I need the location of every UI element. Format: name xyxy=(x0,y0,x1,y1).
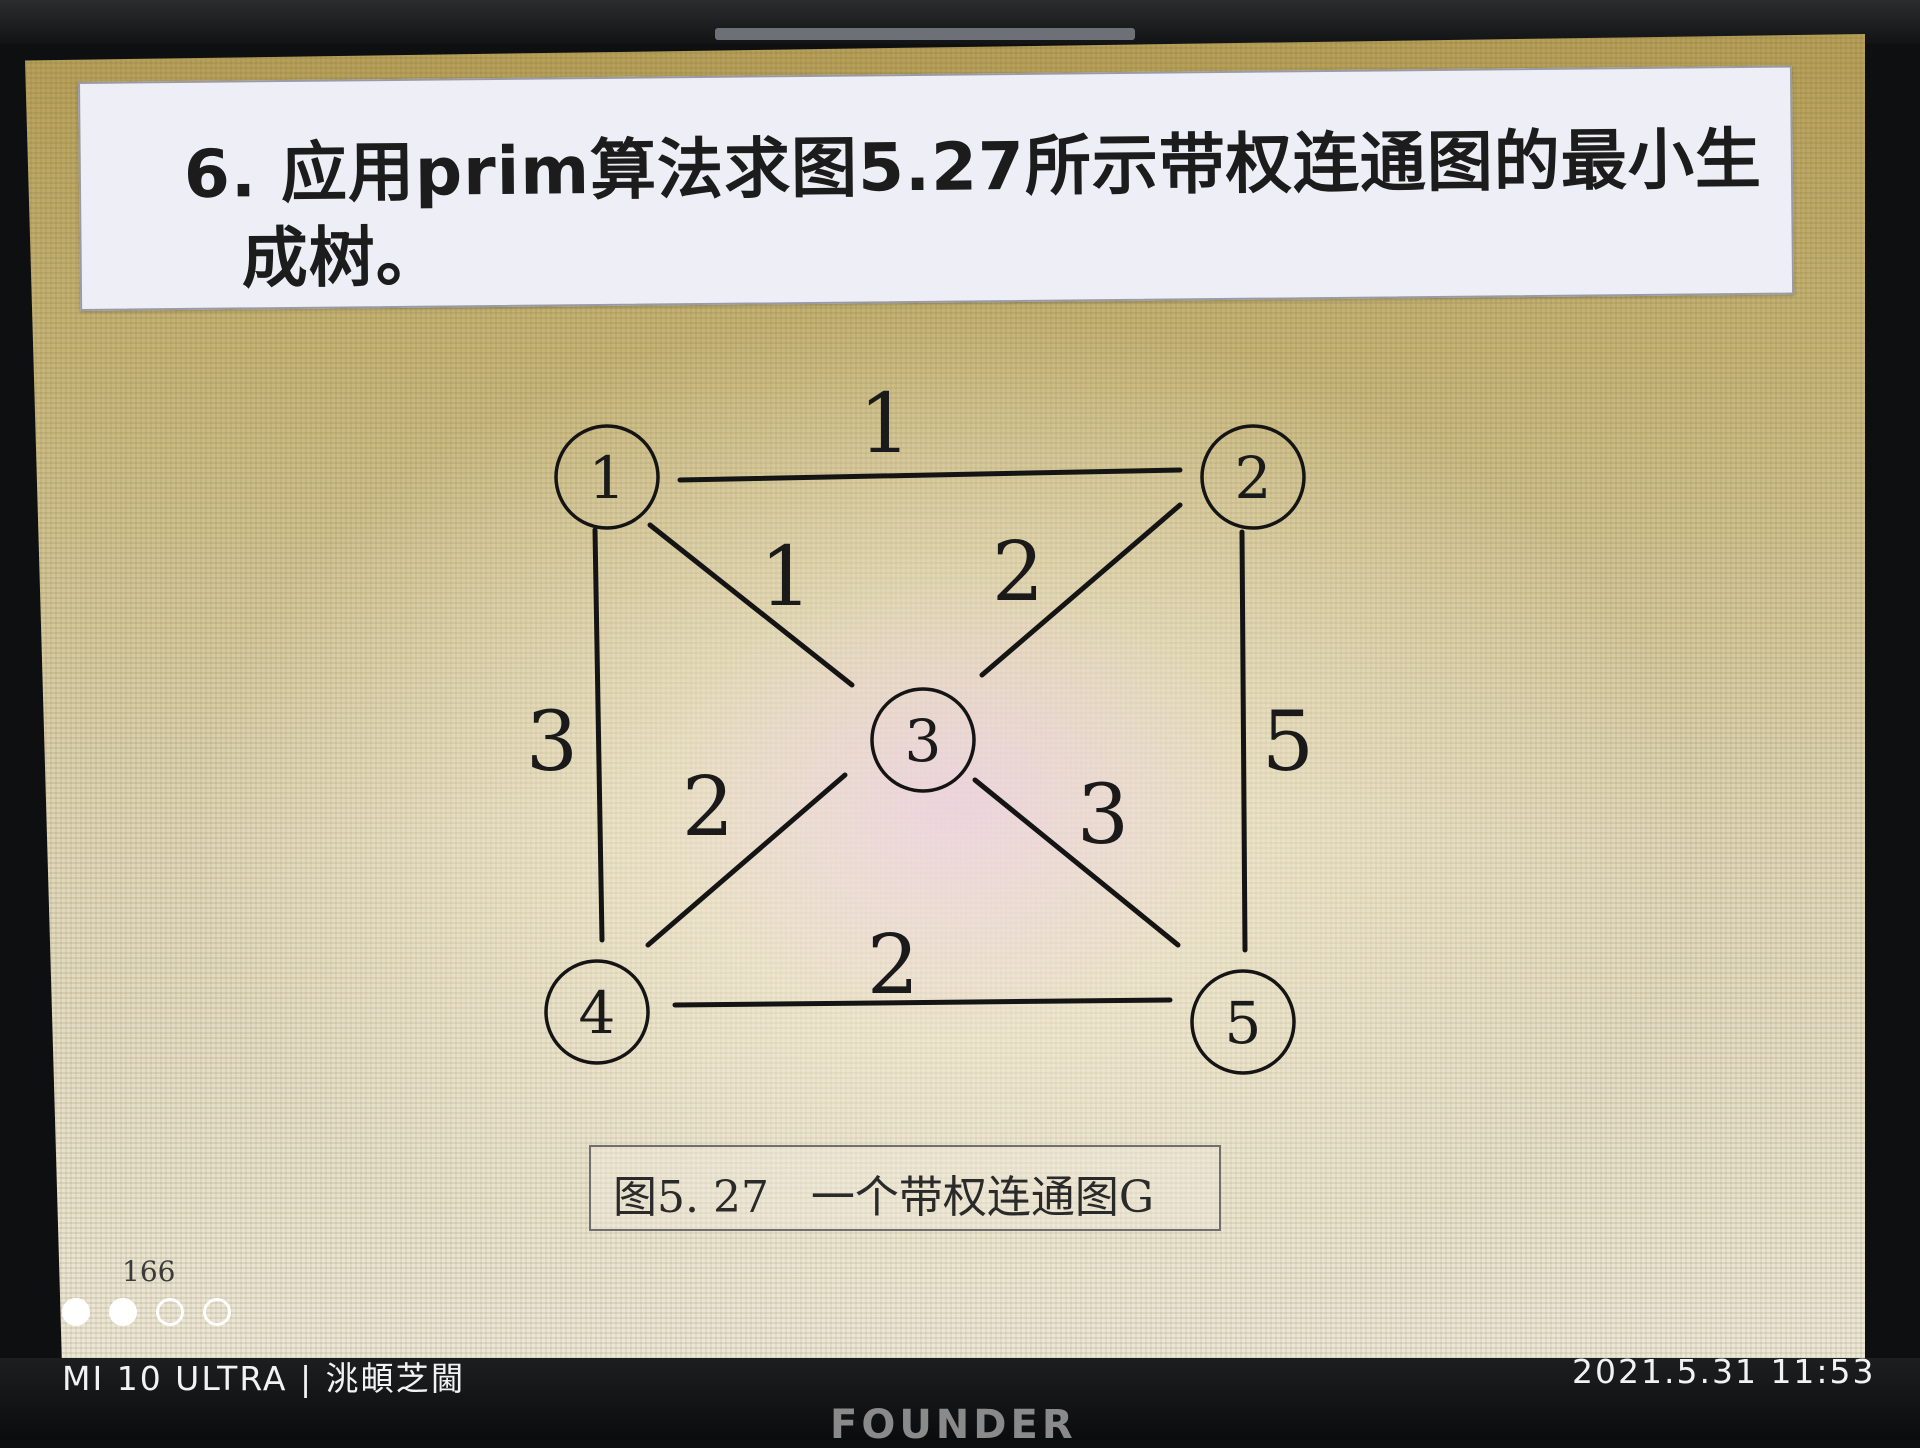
node-1-label: 1 xyxy=(589,444,626,512)
edge-2-3-weight: 2 xyxy=(992,525,1044,620)
edge-4-5-weight: 2 xyxy=(867,918,919,1013)
figure-caption: 图5. 27 一个带权连通图G xyxy=(613,1172,1155,1223)
camera-watermark-timestamp: 2021.5.31 11:53 xyxy=(1572,1352,1876,1391)
figure-caption-box: 图5. 27 一个带权连通图G xyxy=(589,1145,1221,1231)
camera-watermark-device: MI 10 ULTRA | 洮頔芝閫 xyxy=(62,1359,466,1398)
camera-dot-1 xyxy=(62,1298,90,1326)
edge-1-2-weight: 1 xyxy=(859,377,911,472)
edge-3-4 xyxy=(645,772,848,948)
node-5-label: 5 xyxy=(1225,989,1262,1057)
edge-1-3-weight: 1 xyxy=(760,530,812,625)
camera-dot-3 xyxy=(156,1298,184,1326)
edge-1-2 xyxy=(677,467,1183,483)
slide-page-number: 166 xyxy=(122,1255,176,1288)
edge-2-5-weight: 5 xyxy=(1262,695,1314,790)
edge-1-4 xyxy=(592,527,605,943)
camera-dot-2 xyxy=(109,1298,137,1326)
node-3-label: 3 xyxy=(905,707,942,775)
edge-3-5-weight: 3 xyxy=(1077,768,1129,863)
edge-4-5 xyxy=(672,997,1173,1008)
edge-1-3 xyxy=(647,522,855,688)
node-4-label: 4 xyxy=(579,979,616,1047)
camera-dot-4 xyxy=(203,1298,231,1326)
edge-3-4-weight: 2 xyxy=(682,760,734,855)
edge-2-5 xyxy=(1239,529,1248,953)
monitor-brand-logo: FOUNDER xyxy=(830,1402,1077,1448)
node-2-label: 2 xyxy=(1235,444,1272,512)
edge-1-4-weight: 3 xyxy=(526,695,578,790)
